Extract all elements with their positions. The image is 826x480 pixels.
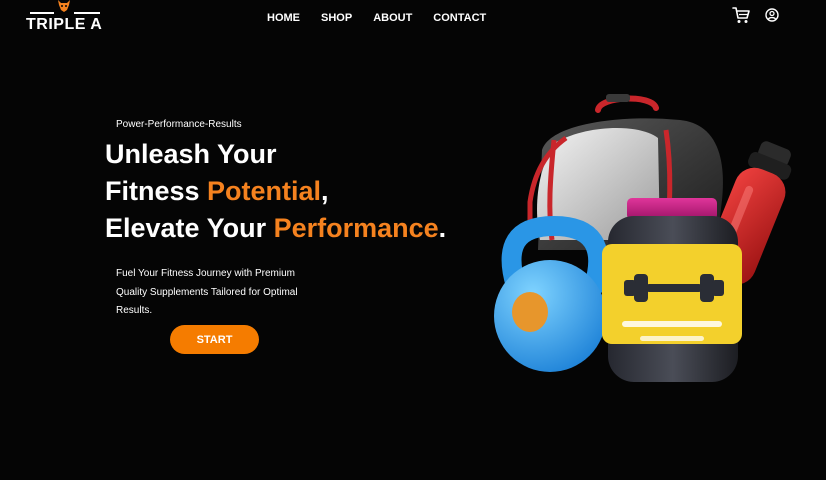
headline-line-3-prefix: Elevate Your [105,213,274,243]
headline-line-2: Fitness Potential, [105,173,446,210]
headline-line-3-suffix: . [438,213,447,243]
supplement-jar-icon [602,198,742,382]
headline-accent-potential: Potential [207,176,322,206]
bull-head-icon [58,0,70,12]
brand-name: TRIPLE A [26,16,103,33]
headline-accent-performance: Performance [273,213,439,243]
logo-line-left [30,12,54,14]
start-button[interactable]: START [170,325,259,354]
hero-headline: Unleash Your Fitness Potential, Elevate … [105,136,446,247]
nav-home[interactable]: HOME [267,12,300,24]
headline-line-3: Elevate Your Performance. [105,210,446,247]
logo-line-right [74,12,100,14]
brand-logo[interactable]: TRIPLE A [26,0,106,36]
main-nav: HOME SHOP ABOUT CONTACT [267,12,486,24]
nav-about[interactable]: ABOUT [373,12,412,24]
nav-shop[interactable]: SHOP [321,12,352,24]
cart-icon[interactable] [732,7,750,24]
user-circle-icon[interactable] [765,8,779,22]
hero-description: Fuel Your Fitness Journey with Premium Q… [116,268,298,316]
headline-line-1: Unleash Your [105,139,277,169]
nav-contact[interactable]: CONTACT [433,12,486,24]
headline-line-2-prefix: Fitness [105,176,208,206]
headline-line-2-suffix: , [321,176,329,206]
fitness-products-illustration [494,94,792,382]
page: TRIPLE A HOME SHOP ABOUT CONTACT Power-P… [0,0,826,480]
hero-tagline: Power-Performance-Results [116,119,242,130]
